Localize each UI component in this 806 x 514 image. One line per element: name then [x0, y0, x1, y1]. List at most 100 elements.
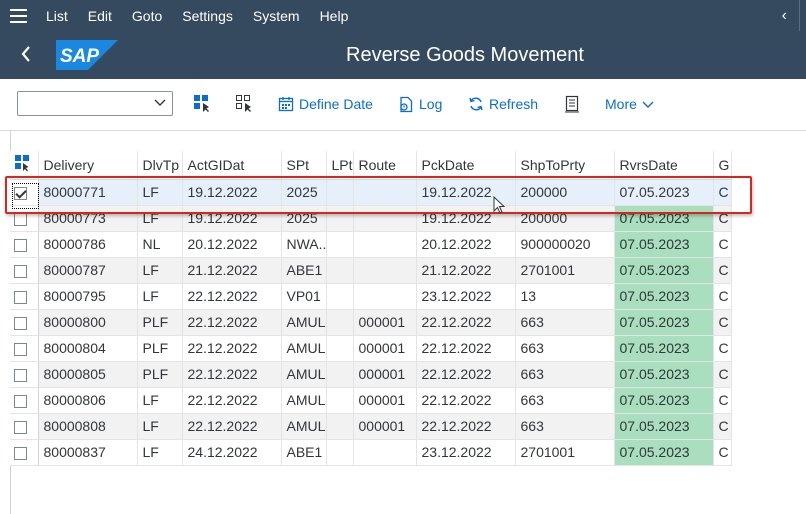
cell-route[interactable]: [353, 439, 417, 466]
row-checkbox[interactable]: [14, 342, 27, 356]
cell-actgidat[interactable]: 22.12.2022: [182, 413, 282, 440]
cell-pckdate[interactable]: 22.12.2022: [416, 413, 516, 440]
cell-rvrsdate[interactable]: 07.05.2023: [614, 413, 714, 440]
cell-dlvtp[interactable]: LF: [137, 179, 183, 206]
cell-delivery[interactable]: 80000787: [38, 257, 138, 284]
table-row[interactable]: 80000806 LF 22.12.2022 AMUL 000001 22.12.2022…: [10, 387, 732, 414]
cell-delivery[interactable]: 80000771: [38, 179, 138, 206]
cell-actgidat[interactable]: 22.12.2022: [182, 335, 282, 362]
cell-actgidat[interactable]: 22.12.2022: [182, 387, 282, 414]
cell-dlvtp[interactable]: LF: [137, 283, 183, 310]
table-row[interactable]: 80000795 LF 22.12.2022 VP01 23.12.2022 13 07.0…: [10, 283, 732, 310]
cell-g[interactable]: C: [713, 439, 732, 466]
row-select-cell[interactable]: [10, 309, 39, 336]
row-select-cell[interactable]: [10, 387, 39, 414]
row-select-cell[interactable]: [10, 361, 39, 388]
cell-delivery[interactable]: 80000805: [38, 361, 138, 388]
log-button[interactable]: Log: [398, 93, 442, 115]
cell-pckdate[interactable]: 22.12.2022: [416, 361, 516, 388]
cell-dlvtp[interactable]: LF: [137, 205, 183, 232]
cell-lpt[interactable]: [326, 231, 354, 258]
cell-delivery[interactable]: 80000837: [38, 439, 138, 466]
column-header-delivery[interactable]: Delivery: [38, 151, 138, 180]
cell-actgidat[interactable]: 22.12.2022: [182, 361, 282, 388]
cell-lpt[interactable]: [326, 361, 354, 388]
cell-g[interactable]: C: [713, 413, 732, 440]
column-header-g[interactable]: G: [713, 151, 732, 180]
cell-dlvtp[interactable]: LF: [137, 439, 183, 466]
cell-route[interactable]: [353, 231, 417, 258]
cell-route[interactable]: 000001: [353, 335, 417, 362]
cell-pckdate[interactable]: 23.12.2022: [416, 283, 516, 310]
row-select-cell[interactable]: [10, 205, 39, 232]
menu-list[interactable]: List: [46, 8, 68, 24]
column-header-dlvtp[interactable]: DlvTp: [137, 151, 183, 180]
cell-shptoprty[interactable]: 663: [515, 413, 615, 440]
cell-spt[interactable]: AMUL: [281, 309, 327, 336]
cell-spt[interactable]: 2025: [281, 205, 327, 232]
cell-lpt[interactable]: [326, 335, 354, 362]
cell-shptoprty[interactable]: 2701001: [515, 257, 615, 284]
deselect-layout-button[interactable]: [235, 93, 255, 113]
cell-spt[interactable]: VP01: [281, 283, 327, 310]
row-checkbox[interactable]: [14, 446, 27, 460]
cell-shptoprty[interactable]: 663: [515, 387, 615, 414]
cell-pckdate[interactable]: 23.12.2022: [416, 439, 516, 466]
cell-shptoprty[interactable]: 13: [515, 283, 615, 310]
cell-g[interactable]: C: [713, 205, 732, 232]
cell-rvrsdate[interactable]: 07.05.2023: [614, 179, 714, 206]
cell-rvrsdate[interactable]: 07.05.2023: [614, 439, 714, 466]
cell-pckdate[interactable]: 22.12.2022: [416, 309, 516, 336]
menu-edit[interactable]: Edit: [88, 8, 112, 24]
row-checkbox[interactable]: [14, 186, 27, 200]
row-select-cell[interactable]: [10, 231, 39, 258]
cell-dlvtp[interactable]: PLF: [137, 335, 183, 362]
cell-delivery[interactable]: 80000806: [38, 387, 138, 414]
row-checkbox[interactable]: [14, 394, 27, 408]
cell-spt[interactable]: 2025: [281, 179, 327, 206]
column-header-shptoprty[interactable]: ShpToPrty: [515, 151, 615, 180]
cell-delivery[interactable]: 80000795: [38, 283, 138, 310]
cell-g[interactable]: C: [713, 283, 732, 310]
cell-actgidat[interactable]: 21.12.2022: [182, 257, 282, 284]
cell-spt[interactable]: AMUL: [281, 361, 327, 388]
cell-shptoprty[interactable]: 200000: [515, 205, 615, 232]
cell-lpt[interactable]: [326, 205, 354, 232]
print-preview-button[interactable]: [564, 93, 580, 115]
cell-pckdate[interactable]: 22.12.2022: [416, 335, 516, 362]
menu-help[interactable]: Help: [320, 8, 349, 24]
row-checkbox[interactable]: [14, 368, 27, 382]
cell-shptoprty[interactable]: 2701001: [515, 439, 615, 466]
cell-route[interactable]: 000001: [353, 309, 417, 336]
row-checkbox[interactable]: [14, 264, 27, 278]
cell-delivery[interactable]: 80000773: [38, 205, 138, 232]
cell-lpt[interactable]: [326, 309, 354, 336]
cell-rvrsdate[interactable]: 07.05.2023: [614, 257, 714, 284]
row-select-cell[interactable]: [10, 257, 39, 284]
cell-rvrsdate[interactable]: 07.05.2023: [614, 361, 714, 388]
define-date-button[interactable]: Define Date: [278, 93, 373, 115]
table-row[interactable]: 80000837 LF 24.12.2022 ABE1 23.12.2022 270100…: [10, 439, 732, 466]
cell-actgidat[interactable]: 22.12.2022: [182, 283, 282, 310]
row-select-cell[interactable]: [10, 413, 39, 440]
cell-lpt[interactable]: [326, 179, 354, 206]
cell-rvrsdate[interactable]: 07.05.2023: [614, 231, 714, 258]
cell-dlvtp[interactable]: PLF: [137, 361, 183, 388]
cell-shptoprty[interactable]: 663: [515, 335, 615, 362]
cell-actgidat[interactable]: 19.12.2022: [182, 205, 282, 232]
row-select-cell[interactable]: [10, 179, 39, 206]
cell-shptoprty[interactable]: 900000020: [515, 231, 615, 258]
table-row[interactable]: 80000786 NL 20.12.2022 NWA... 20.12.2022 9000…: [10, 231, 732, 258]
cell-route[interactable]: [353, 179, 417, 206]
cell-shptoprty[interactable]: 663: [515, 309, 615, 336]
menu-goto[interactable]: Goto: [132, 8, 162, 24]
cell-spt[interactable]: AMUL: [281, 387, 327, 414]
table-row[interactable]: 80000808 LF 22.12.2022 AMUL 000001 22.12.2022…: [10, 413, 732, 440]
cell-g[interactable]: C: [713, 361, 732, 388]
hamburger-menu-icon[interactable]: [0, 0, 36, 31]
table-row[interactable]: 80000805 PLF 22.12.2022 AMUL 000001 22.12.202…: [10, 361, 732, 388]
cell-route[interactable]: 000001: [353, 413, 417, 440]
variant-select[interactable]: [17, 91, 173, 116]
cell-dlvtp[interactable]: PLF: [137, 309, 183, 336]
cell-rvrsdate[interactable]: 07.05.2023: [614, 387, 714, 414]
